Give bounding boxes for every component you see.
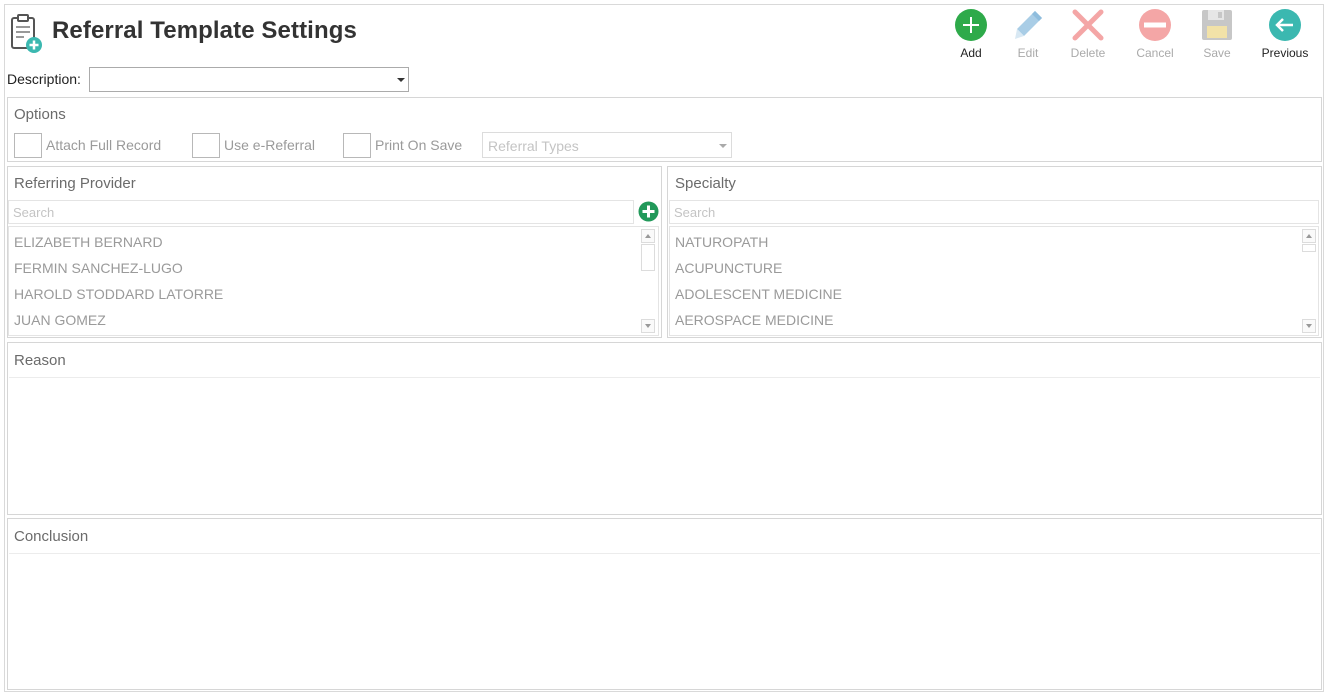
reason-textarea[interactable] — [9, 377, 1320, 513]
specialty-scrollbar[interactable] — [1301, 227, 1317, 335]
list-item[interactable]: ACUPUNCTURE — [675, 260, 782, 276]
previous-button[interactable]: Previous — [1254, 8, 1316, 64]
list-item[interactable]: JUAN GOMEZ — [14, 312, 106, 328]
list-item[interactable]: ELIZABETH BERNARD — [14, 234, 163, 250]
list-item[interactable]: HAROLD STODDARD LATORRE — [14, 286, 223, 302]
chevron-down-icon — [719, 144, 727, 148]
options-title: Options — [14, 106, 66, 123]
scrollbar-thumb[interactable] — [1302, 244, 1316, 252]
scroll-down-icon[interactable] — [641, 319, 655, 333]
chevron-down-icon — [397, 78, 405, 82]
specialty-title: Specialty — [675, 175, 736, 192]
list-item[interactable]: FERMIN SANCHEZ-LUGO — [14, 260, 183, 276]
reason-title: Reason — [14, 352, 66, 369]
pencil-icon — [1015, 11, 1042, 39]
save-label: Save — [1203, 46, 1231, 60]
toolbar: Add Edit Delete Cancel Save Previous — [940, 8, 1320, 64]
use-e-referral-checkbox[interactable] — [192, 133, 220, 158]
use-e-referral-label: Use e-Referral — [224, 137, 316, 153]
save-button[interactable]: Save — [1186, 8, 1248, 64]
edit-label: Edit — [1017, 46, 1039, 60]
x-icon — [1072, 9, 1104, 41]
delete-label: Delete — [1070, 46, 1106, 60]
scrollbar-thumb[interactable] — [641, 244, 655, 271]
list-item[interactable]: NATUROPATH — [675, 234, 768, 250]
attach-full-record-label: Attach Full Record — [46, 137, 162, 153]
specialty-search-placeholder: Search — [674, 205, 716, 220]
clipboard-add-icon — [11, 14, 42, 53]
add-button[interactable]: Add — [940, 8, 1002, 64]
conclusion-textarea[interactable] — [9, 553, 1320, 688]
minus-circle-icon — [1139, 9, 1171, 41]
add-label: Add — [960, 46, 982, 60]
list-item[interactable]: AEROSPACE MEDICINE — [675, 312, 833, 328]
provider-scrollbar[interactable] — [640, 227, 656, 335]
floppy-disk-icon — [1202, 10, 1232, 40]
conclusion-title: Conclusion — [14, 528, 89, 545]
scroll-up-icon[interactable] — [641, 229, 655, 243]
edit-button[interactable]: Edit — [997, 8, 1059, 64]
delete-button[interactable]: Delete — [1057, 8, 1119, 64]
referral-types-dropdown[interactable]: Referral Types — [482, 132, 732, 158]
scroll-up-icon[interactable] — [1302, 229, 1316, 243]
provider-search-input[interactable]: Search — [8, 200, 634, 224]
provider-search-placeholder: Search — [13, 205, 55, 220]
description-label: Description: — [7, 71, 81, 87]
attach-full-record-checkbox[interactable] — [14, 133, 42, 158]
specialty-list: NATUROPATH ACUPUNCTURE ADOLESCENT MEDICI… — [669, 226, 1319, 336]
cancel-button[interactable]: Cancel — [1124, 8, 1186, 64]
list-item[interactable]: ADOLESCENT MEDICINE — [675, 286, 842, 302]
page-title: Referral Template Settings — [52, 17, 357, 44]
print-on-save-checkbox[interactable] — [343, 133, 371, 158]
print-on-save-label: Print On Save — [375, 137, 463, 153]
provider-list: ELIZABETH BERNARD FERMIN SANCHEZ-LUGO HA… — [8, 226, 659, 336]
add-provider-icon[interactable] — [638, 201, 659, 222]
scroll-down-icon[interactable] — [1302, 319, 1316, 333]
specialty-search-input[interactable]: Search — [669, 200, 1319, 224]
previous-label: Previous — [1261, 46, 1309, 60]
description-dropdown[interactable] — [89, 67, 409, 92]
plus-circle-icon — [955, 9, 987, 41]
referring-provider-title: Referring Provider — [14, 175, 136, 192]
arrow-left-circle-icon — [1269, 9, 1301, 41]
referral-types-placeholder: Referral Types — [488, 138, 579, 154]
cancel-label: Cancel — [1136, 46, 1174, 60]
